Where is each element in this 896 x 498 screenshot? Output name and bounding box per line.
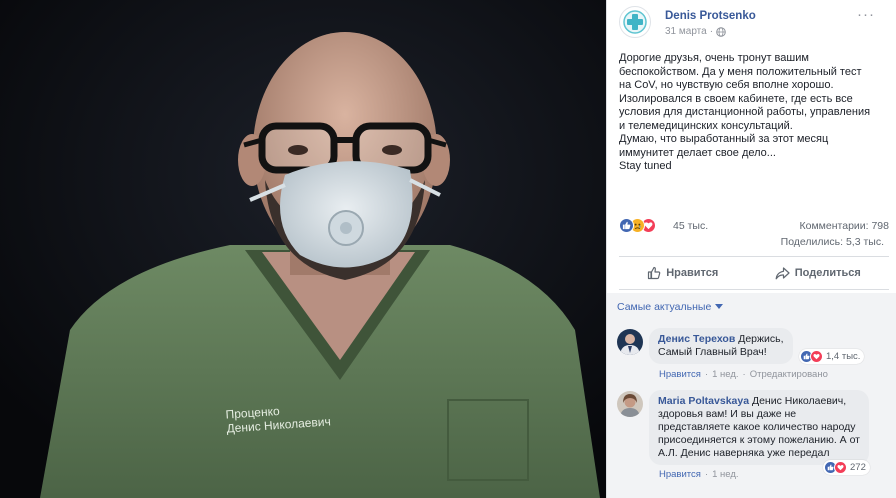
comment-actions: Нравится · 1 нед. [659,469,739,480]
comment-like-link[interactable]: Нравится [659,369,701,380]
post-viewer: Проценко Денис Николаевич Denis Protsenk… [0,0,896,498]
comments-sort-dropdown[interactable]: Самые актуальные [617,301,724,313]
comment-text: представляете какое количество народу [658,421,856,433]
post-body-line: Дорогие друзья, очень тронут вашим [619,52,809,64]
post-body-line: иммунитет делает свое дело... [619,146,776,159]
post-body-line: Изолировался в своем кабинете, где есть … [619,92,853,105]
thumbs-up-icon [648,266,661,280]
post-meta: 31 марта · [665,26,726,37]
post-side-panel: Denis Protsenko 31 марта · ··· Дорогие д… [606,0,896,498]
comment-text: Самый Главный Врач! [658,346,767,358]
share-arrow-icon [775,266,790,279]
commenter-name[interactable]: Денис Терехов [658,333,735,345]
comment-text: Денис Николаевич, [751,395,847,407]
globe-icon [716,26,726,37]
comment-bubble: Денис Терехов Держись, Самый Главный Вра… [649,328,793,364]
person-photo-icon [617,391,643,417]
post-body: Дорогие друзья, очень тронут вашим беспо… [619,52,889,174]
post-body-line: условия для дистанционной работы, управл… [619,106,871,118]
divider [619,256,889,257]
love-reaction-icon [834,461,847,474]
comment-bubble: Maria Poltavskaya Денис Николаевич, здор… [649,390,869,465]
reactions-summary[interactable]: 45 тыс. Комментарии: 798 [619,217,889,235]
comment-edited: Отредактировано [749,369,828,380]
comments-count[interactable]: Комментарии: 798 [800,220,890,232]
post-author[interactable]: Denis Protsenko [665,10,756,22]
commenter-avatar[interactable] [617,391,643,417]
post-body-line: Думаю, что выработанный за этот месяц [619,133,829,145]
like-button[interactable]: Нравится [647,262,718,284]
comment-text: здоровья вам! И вы даже не [658,408,797,420]
comments-section: Самые актуальные Денис Терехов Держись, … [607,293,896,498]
post-photo[interactable]: Проценко Денис Николаевич [0,0,606,498]
comment-reaction-count: 1,4 тыс. [826,351,861,362]
post-actions: Нравится Поделиться [619,262,889,284]
more-options-button[interactable]: ··· [857,6,875,23]
share-button[interactable]: Поделиться [775,262,861,284]
post-header: Denis Protsenko 31 марта · ··· [619,6,889,40]
medical-cross-icon [623,10,647,34]
comment-text: А.Л. Денис наверняка уже передал [658,447,830,459]
like-button-label: Нравится [666,267,719,279]
comment-reactions[interactable]: 272 [823,460,870,475]
love-reaction-icon [810,350,823,363]
comment-actions: Нравится · 1 нед. · Отредактировано [659,369,828,380]
person-photo-icon [617,329,643,355]
comment-time[interactable]: 1 нед. [712,469,738,480]
like-reaction-icon [619,218,634,233]
post-body-line: и телемедицинских консультаций. [619,119,793,132]
commenter-name[interactable]: Maria Poltavskaya [658,395,749,407]
comment-reactions[interactable]: 1,4 тыс. [799,349,865,364]
reactions-count: 45 тыс. [673,220,709,232]
comment-time[interactable]: 1 нед. [712,369,738,380]
post-body-line: беспокойством. Да у меня положительный т… [619,65,862,78]
post-body-line: Stay tuned [619,160,672,172]
post-date[interactable]: 31 марта [665,26,707,37]
divider [619,289,889,290]
comment-text: присоединяется к этому пожеланию. А от [658,434,860,446]
comment-reaction-count: 272 [850,462,866,473]
comment-text: Держись, [738,333,784,345]
comments-sort-label: Самые актуальные [617,301,712,313]
commenter-avatar[interactable] [617,329,643,355]
post-body-line: на CoV, но чувствую себя вполне хорошо. [619,79,834,91]
comment-like-link[interactable]: Нравится [659,469,701,480]
page-avatar[interactable] [619,6,651,38]
shares-count[interactable]: Поделились: 5,3 тыс. [781,236,884,248]
caret-down-icon [715,304,724,309]
share-button-label: Поделиться [794,267,861,279]
